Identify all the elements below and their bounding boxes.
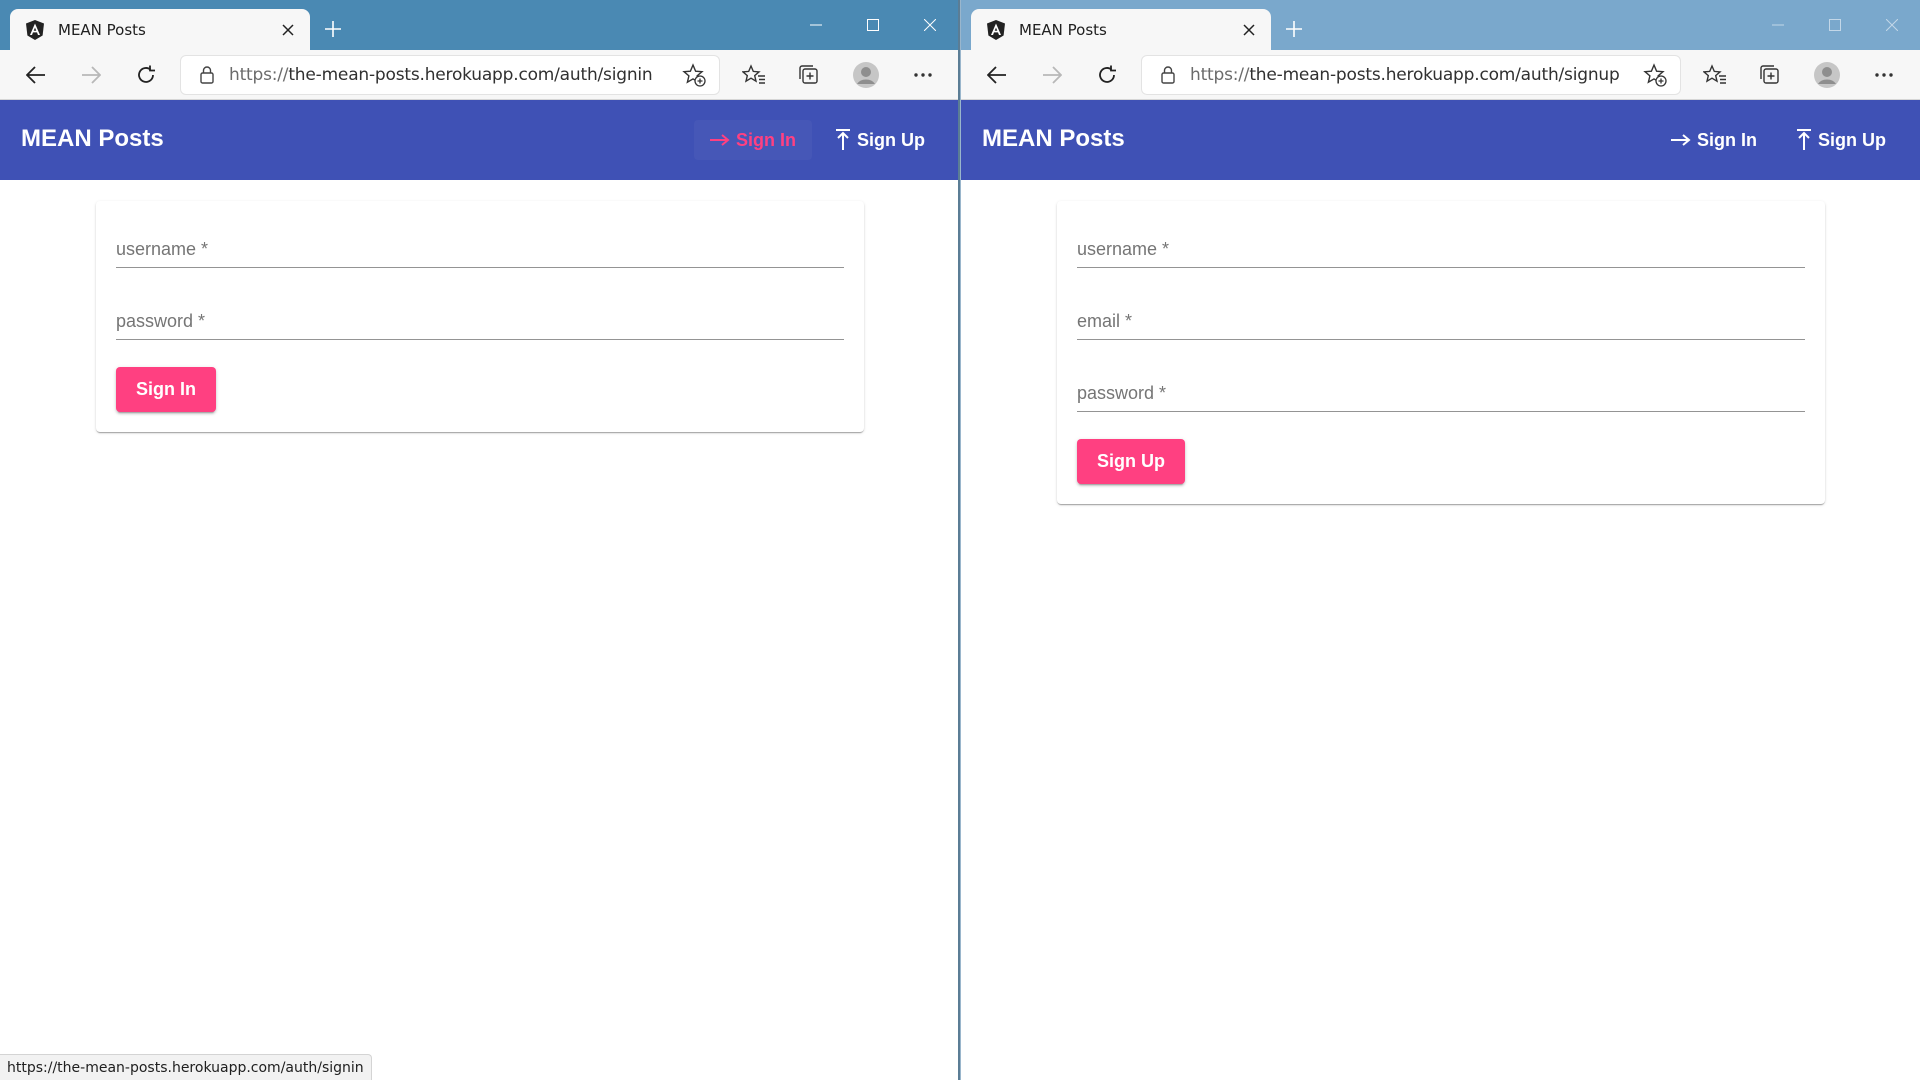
browser-tab[interactable]: MEAN Posts [971,9,1271,50]
url-host-path: the-mean-posts.herokuapp.com/auth/signup [1249,65,1620,85]
username-field[interactable]: username * [116,201,844,273]
plus-icon[interactable] [1279,14,1309,44]
more-icon[interactable] [1867,58,1901,92]
star-plus-icon[interactable] [1642,62,1668,88]
browser-tab[interactable]: MEAN Posts [10,9,310,50]
address-bar[interactable]: https://the-mean-posts.herokuapp.com/aut… [180,55,720,95]
nav-signin-label: Sign In [736,129,796,150]
back-arrow-icon[interactable] [980,58,1014,92]
title-bar: MEAN Posts [961,0,1920,50]
more-icon[interactable] [906,58,940,92]
forward-arrow-icon[interactable] [74,58,108,92]
nav-signup-button[interactable]: Sign Up [819,120,941,160]
address-bar[interactable]: https://the-mean-posts.herokuapp.com/aut… [1141,55,1681,95]
username-input[interactable] [1077,233,1805,267]
minimize-icon[interactable] [787,0,844,50]
input-underline [1077,267,1805,268]
url-scheme: https:// [229,65,289,85]
input-underline [1077,411,1805,412]
browser-toolbar: https://the-mean-posts.herokuapp.com/aut… [961,50,1920,100]
signup-form-card: username * email * password * Sign Up [1057,201,1825,504]
app-header: MEAN Posts Sign In Sign Up [961,100,1920,180]
forward-arrow-icon[interactable] [1035,58,1069,92]
username-input[interactable] [116,233,844,267]
input-underline [116,339,844,340]
signin-submit-button[interactable]: Sign In [116,367,216,412]
favorites-icon[interactable] [1698,58,1732,92]
arrow-right-icon [1671,134,1691,146]
angular-shield-icon [985,19,1007,41]
nav-signup-label: Sign Up [857,129,925,150]
input-underline [116,267,844,268]
nav-signin-button[interactable]: Sign In [1655,120,1773,160]
arrow-up-icon [835,129,851,151]
window-controls [1749,0,1920,50]
minimize-icon[interactable] [1749,0,1806,50]
profile-avatar-icon[interactable] [1810,58,1844,92]
url-scheme: https:// [1190,65,1250,85]
collections-icon[interactable] [1753,58,1787,92]
arrow-right-icon [710,134,730,146]
email-field[interactable]: email * [1077,273,1805,345]
nav-signin-button[interactable]: Sign In [694,120,812,160]
title-bar: MEAN Posts [0,0,958,50]
close-icon[interactable] [1235,16,1263,44]
collections-icon[interactable] [792,58,826,92]
window-controls [787,0,958,50]
refresh-icon[interactable] [129,58,163,92]
plus-icon[interactable] [318,14,348,44]
profile-avatar-icon[interactable] [849,58,883,92]
tab-title: MEAN Posts [58,20,146,39]
close-icon[interactable] [274,16,302,44]
star-plus-icon[interactable] [681,62,707,88]
password-field[interactable]: password * [1077,345,1805,417]
password-input[interactable] [116,305,844,339]
browser-toolbar: https://the-mean-posts.herokuapp.com/aut… [0,50,958,100]
nav-signup-button[interactable]: Sign Up [1780,120,1902,160]
maximize-icon[interactable] [1806,0,1863,50]
url-host-path: the-mean-posts.herokuapp.com/auth/signin [288,65,653,85]
nav-signup-label: Sign Up [1818,129,1886,150]
tab-title: MEAN Posts [1019,20,1107,39]
app-header: MEAN Posts Sign In Sign Up [0,100,958,180]
favorites-icon[interactable] [737,58,771,92]
arrow-up-icon [1796,129,1812,151]
url-text: https://the-mean-posts.herokuapp.com/aut… [229,65,681,85]
maximize-icon[interactable] [844,0,901,50]
signin-form-card: username * password * Sign In [96,201,864,432]
close-window-icon[interactable] [1863,0,1920,50]
signup-submit-button[interactable]: Sign Up [1077,439,1185,484]
app-title[interactable]: MEAN Posts [982,125,1125,153]
lock-icon[interactable] [197,65,217,85]
email-input[interactable] [1077,305,1805,339]
back-arrow-icon[interactable] [19,58,53,92]
username-field[interactable]: username * [1077,201,1805,273]
refresh-icon[interactable] [1090,58,1124,92]
url-text: https://the-mean-posts.herokuapp.com/aut… [1190,65,1642,85]
angular-shield-icon [24,19,46,41]
browser-window-right: MEAN Posts https://the-mean-posts.heroku… [960,0,1920,1080]
status-bar-link-preview: https://the-mean-posts.herokuapp.com/aut… [0,1054,372,1080]
input-underline [1077,339,1805,340]
browser-window-left: MEAN Posts https://the-mean-posts.heroku… [0,0,960,1080]
app-title[interactable]: MEAN Posts [21,125,164,153]
lock-icon[interactable] [1158,65,1178,85]
password-field[interactable]: password * [116,273,844,345]
close-window-icon[interactable] [901,0,958,50]
password-input[interactable] [1077,377,1805,411]
nav-signin-label: Sign In [1697,129,1757,150]
